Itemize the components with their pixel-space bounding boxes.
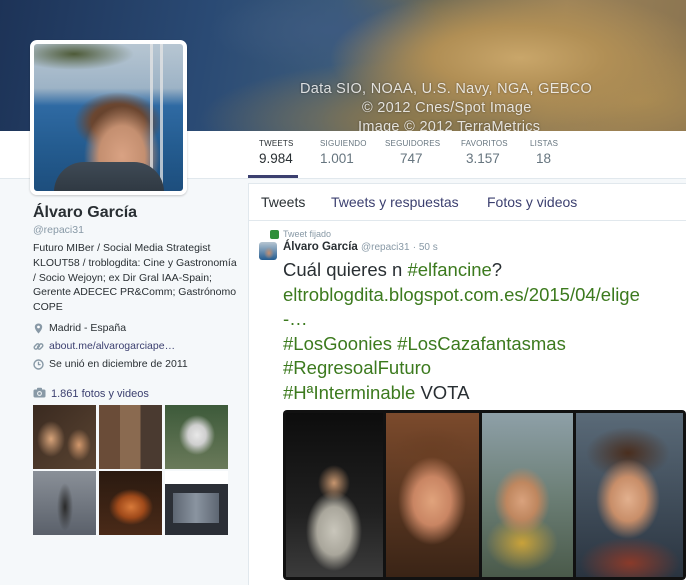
- media-panel: [286, 413, 383, 577]
- stat-favorites[interactable]: FAVORITOS 3.157: [461, 139, 508, 166]
- hashtag-link[interactable]: #LosGoonies: [283, 333, 392, 354]
- photos-videos-label: 1.861 fotos y videos: [51, 388, 149, 400]
- avatar-shirt: [54, 162, 164, 191]
- stat-value: 747: [400, 151, 423, 166]
- camera-icon: [33, 387, 46, 401]
- tweet-text-segment: Cuál quieres n: [283, 259, 408, 280]
- link-icon: [33, 341, 44, 352]
- tweet-timestamp[interactable]: · 50 s: [413, 242, 438, 253]
- media-thumbnail[interactable]: [165, 471, 228, 535]
- map-credit-line-3: Image © 2012 TerraMetrics: [358, 119, 541, 131]
- stat-value: 9.984: [259, 151, 293, 166]
- pin-icon: [270, 229, 279, 239]
- clock-icon: [33, 358, 44, 370]
- hashtag-link[interactable]: #LosCazafantasmas: [397, 333, 566, 354]
- profile-name[interactable]: Álvaro García: [33, 204, 137, 222]
- stat-label: LISTAS: [530, 139, 559, 148]
- photos-videos-link[interactable]: 1.861 fotos y videos: [33, 387, 149, 401]
- tweet-text-segment: ?: [491, 259, 503, 280]
- stat-followers[interactable]: SEGUIDORES 747: [385, 139, 440, 166]
- hashtag-link[interactable]: #HªInterminable: [283, 382, 415, 403]
- avatar-rope: [160, 44, 163, 191]
- tweet-text: Cuál quieres n #elfancine? eltroblogdita…: [283, 258, 683, 405]
- media-thumbnail[interactable]: [33, 471, 96, 535]
- stat-value: 3.157: [466, 151, 500, 166]
- tweet-author-handle[interactable]: @repaci31: [361, 242, 410, 253]
- location-text: Madrid - España: [49, 322, 127, 334]
- tweet-author-name[interactable]: Álvaro García: [283, 241, 358, 253]
- tweet-author-avatar[interactable]: [259, 242, 277, 260]
- stat-tweets[interactable]: TWEETS 9.984: [259, 139, 294, 166]
- map-credit-line-1: Data SIO, NOAA, U.S. Navy, NGA, GEBCO: [300, 81, 593, 97]
- hashtag-link[interactable]: #RegresoalFuturo: [283, 357, 431, 378]
- media-panel: [386, 413, 479, 577]
- profile-avatar[interactable]: [30, 40, 187, 195]
- media-panel: [482, 413, 573, 577]
- media-panel: [576, 413, 683, 577]
- stat-following[interactable]: SIGUIENDO 1.001: [320, 139, 367, 166]
- url-link[interactable]: eltroblogdita.blogspot.com.es/2015/04/el…: [283, 284, 640, 305]
- media-thumbnail[interactable]: [33, 405, 96, 469]
- media-thumbnail[interactable]: [165, 405, 228, 469]
- website-link[interactable]: about.me/alvarogarciape…: [49, 340, 175, 352]
- profile-bio: Futuro MIBer / Social Media Strategist K…: [33, 242, 237, 314]
- tab-tweets[interactable]: Tweets: [261, 194, 305, 210]
- stat-label: FAVORITOS: [461, 139, 508, 148]
- joined-text: Se unió en diciembre de 2011: [49, 358, 188, 370]
- stat-label: TWEETS: [259, 139, 294, 148]
- map-credit-line-2: © 2012 Cnes/Spot Image: [362, 100, 532, 116]
- tweet-header: Álvaro García @repaci31 · 50 s: [283, 241, 438, 253]
- stat-label: SEGUIDORES: [385, 139, 441, 148]
- tweet-media-image[interactable]: [283, 410, 686, 580]
- active-stat-indicator: [248, 175, 298, 178]
- profile-location: Madrid - España: [33, 322, 126, 334]
- pinned-label-text: Tweet fijado: [283, 229, 332, 239]
- profile-website[interactable]: about.me/alvarogarciape…: [33, 340, 175, 352]
- avatar-foliage: [34, 44, 183, 84]
- profile-joined: Se unió en diciembre de 2011: [33, 358, 188, 370]
- location-pin-icon: [33, 323, 44, 334]
- tab-photos-videos[interactable]: Fotos y videos: [487, 194, 577, 210]
- stat-lists[interactable]: LISTAS 18: [530, 139, 558, 166]
- media-thumbnail[interactable]: [99, 471, 162, 535]
- tab-tweets-and-replies[interactable]: Tweets y respuestas: [331, 194, 459, 210]
- url-link-continued[interactable]: -…: [283, 308, 308, 329]
- profile-handle[interactable]: @repaci31: [33, 224, 84, 236]
- tweet-text-segment: VOTA: [415, 381, 470, 403]
- timeline-tabs: Tweets Tweets y respuestas Fotos y video…: [248, 183, 686, 221]
- media-thumbnail[interactable]: [99, 405, 162, 469]
- stat-value: 18: [536, 151, 552, 166]
- hashtag-link[interactable]: #elfancine: [407, 259, 491, 280]
- stat-label: SIGUIENDO: [320, 139, 367, 148]
- pinned-label: Tweet fijado: [270, 229, 331, 239]
- stat-value: 1.001: [320, 151, 354, 166]
